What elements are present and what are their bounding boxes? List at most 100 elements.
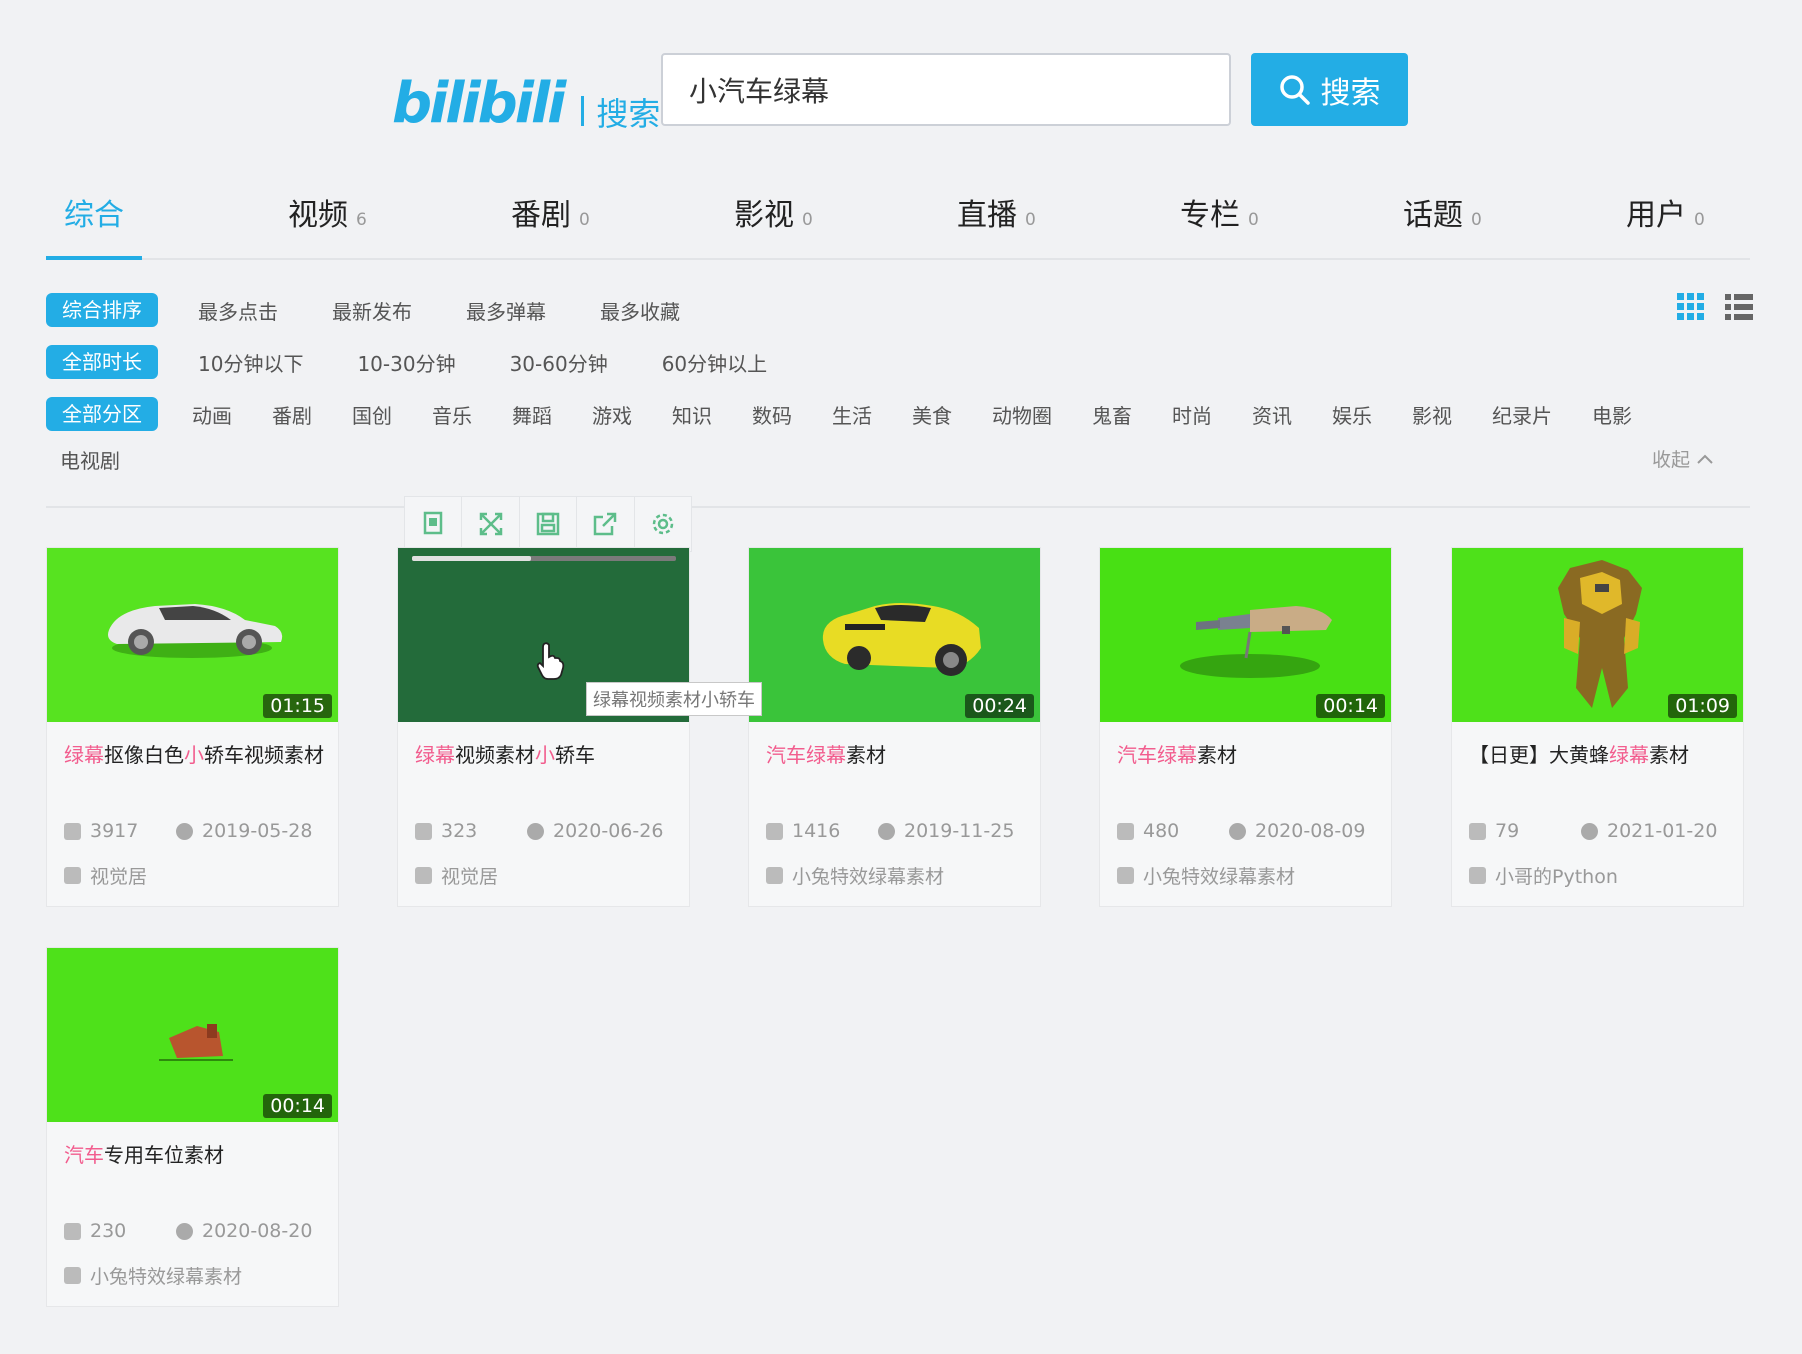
play-count: 3917 — [90, 820, 139, 842]
duration-option[interactable]: 10-30分钟 — [357, 348, 455, 377]
duration-option[interactable]: 30-60分钟 — [510, 348, 608, 377]
video-card[interactable]: 01:15 绿幕抠像白色小轿车视频素材 3917 2019-05-28 视觉居 — [46, 547, 339, 907]
video-duration: 00:14 — [1316, 694, 1385, 718]
uploader-icon — [1117, 867, 1134, 884]
zone-option[interactable]: 时尚 — [1172, 400, 1212, 429]
zone-option[interactable]: 动物圈 — [992, 400, 1052, 429]
sort-option[interactable]: 最多收藏 — [600, 296, 680, 325]
duration-option[interactable]: 60分钟以上 — [662, 348, 767, 377]
filter-divider — [46, 506, 1750, 508]
grid-view-icon[interactable] — [1676, 292, 1706, 322]
tab-count: 6 — [356, 210, 367, 230]
duration-filter-active[interactable]: 全部时长 — [46, 345, 158, 379]
result-tabs: 综合 视频 6 番剧 0 影视 0 直播 0 专栏 0 话题 0 用户 0 — [46, 180, 1750, 260]
tab-live[interactable]: 直播 0 — [957, 190, 1036, 234]
zone-option[interactable]: 游戏 — [592, 400, 632, 429]
video-card[interactable]: 00:14 汽车绿幕素材 480 2020-08-09 小兔特效绿幕素材 — [1099, 547, 1392, 907]
uploader[interactable]: 小兔特效绿幕素材 — [64, 1262, 242, 1289]
zone-option[interactable]: 生活 — [832, 400, 872, 429]
video-duration: 00:24 — [965, 694, 1034, 718]
tab-count: 0 — [1471, 210, 1482, 230]
zone-option[interactable]: 电视剧 — [60, 445, 120, 474]
video-title[interactable]: 绿幕抠像白色小轿车视频素材 — [64, 738, 326, 773]
uploader-name: 小兔特效绿幕素材 — [792, 866, 945, 888]
title-keyword: 小 — [184, 743, 204, 767]
video-title[interactable]: 【日更】大黄蜂绿幕素材 — [1469, 738, 1731, 773]
uploader[interactable]: 小兔特效绿幕素材 — [1117, 862, 1295, 889]
zone-option[interactable]: 舞蹈 — [512, 400, 552, 429]
video-card[interactable]: 01:09 【日更】大黄蜂绿幕素材 79 2021-01-20 小哥的Pytho… — [1451, 547, 1744, 907]
preview-progress-bar[interactable] — [412, 556, 676, 561]
bookmark-button[interactable] — [405, 497, 463, 551]
upload-date: 2020-08-20 — [202, 1220, 313, 1242]
video-card[interactable]: 绿幕视频素材小轿车 323 2020-06-26 视觉居 — [397, 547, 690, 907]
search-button[interactable]: 搜索 — [1251, 53, 1408, 126]
tab-bangumi[interactable]: 番剧 0 — [511, 190, 590, 234]
video-thumbnail[interactable]: 00:14 — [1100, 548, 1391, 722]
zone-option[interactable]: 娱乐 — [1332, 400, 1372, 429]
bilibili-logo[interactable]: bilibili 搜索 — [392, 62, 660, 132]
clock-icon — [176, 822, 193, 840]
zone-option[interactable]: 纪录片 — [1492, 400, 1552, 429]
zone-option[interactable]: 鬼畜 — [1092, 400, 1132, 429]
zone-option[interactable]: 资讯 — [1252, 400, 1292, 429]
zone-option[interactable]: 国创 — [352, 400, 392, 429]
video-meta: 323 2020-06-26 — [415, 820, 677, 842]
uploader[interactable]: 小哥的Python — [1469, 862, 1618, 889]
upload-date: 2020-08-09 — [1255, 820, 1366, 842]
tab-user[interactable]: 用户 0 — [1626, 190, 1705, 234]
tab-video[interactable]: 视频 6 — [288, 190, 367, 234]
search-input[interactable]: 小汽车绿幕 — [661, 53, 1231, 126]
play-count: 480 — [1143, 820, 1180, 842]
tab-article[interactable]: 专栏 0 — [1180, 190, 1259, 234]
uploader-name: 小兔特效绿幕素材 — [1143, 866, 1296, 888]
video-thumbnail[interactable]: 01:15 — [47, 548, 338, 722]
zone-option[interactable]: 番剧 — [272, 400, 312, 429]
zone-filter-active[interactable]: 全部分区 — [46, 397, 158, 431]
zone-option[interactable]: 美食 — [912, 400, 952, 429]
video-title[interactable]: 汽车绿幕素材 — [766, 738, 1028, 773]
zone-option[interactable]: 数码 — [752, 400, 792, 429]
tab-topic[interactable]: 话题 0 — [1403, 190, 1482, 234]
settings-button[interactable] — [635, 497, 691, 551]
fullscreen-button[interactable] — [462, 497, 520, 551]
video-thumbnail[interactable]: 00:24 — [749, 548, 1040, 722]
list-view-icon[interactable] — [1724, 292, 1754, 322]
uploader-name: 视觉居 — [441, 866, 499, 888]
fullscreen-icon — [479, 512, 502, 536]
title-keyword: 小 — [535, 743, 555, 767]
video-card[interactable]: 00:24 汽车绿幕素材 1416 2019-11-25 小兔特效绿幕素材 — [748, 547, 1041, 907]
save-button[interactable] — [520, 497, 578, 551]
play-count: 230 — [90, 1220, 127, 1242]
zone-option[interactable]: 音乐 — [432, 400, 472, 429]
video-card[interactable]: 00:14 汽车专用车位素材 230 2020-08-20 小兔特效绿幕素材 — [46, 947, 339, 1307]
video-title[interactable]: 汽车绿幕素材 — [1117, 738, 1379, 773]
collapse-filters-button[interactable]: 收起 — [1652, 445, 1714, 472]
uploader[interactable]: 视觉居 — [415, 862, 498, 889]
tab-movie[interactable]: 影视 0 — [734, 190, 813, 234]
title-text: 【日更】大黄蜂 — [1469, 743, 1609, 767]
uploader[interactable]: 小兔特效绿幕素材 — [766, 862, 944, 889]
title-keyword: 汽车 — [64, 1143, 104, 1167]
sort-option[interactable]: 最多弹幕 — [466, 296, 546, 325]
video-title[interactable]: 绿幕视频素材小轿车 — [415, 738, 677, 773]
sort-option[interactable]: 最新发布 — [332, 296, 412, 325]
video-thumbnail[interactable]: 01:09 — [1452, 548, 1743, 722]
video-title[interactable]: 汽车专用车位素材 — [64, 1138, 326, 1173]
logo-wordmark: bilibili — [392, 71, 566, 136]
title-text: 轿车视频素材 — [204, 743, 324, 767]
zone-option[interactable]: 影视 — [1412, 400, 1452, 429]
duration-option[interactable]: 10分钟以下 — [198, 348, 303, 377]
upload-date: 2020-06-26 — [553, 820, 664, 842]
video-thumbnail[interactable]: 00:14 — [47, 948, 338, 1122]
sort-filter-active[interactable]: 综合排序 — [46, 293, 158, 327]
share-button[interactable] — [577, 497, 635, 551]
sort-option[interactable]: 最多点击 — [198, 296, 278, 325]
uploader[interactable]: 视觉居 — [64, 862, 147, 889]
zone-option[interactable]: 知识 — [672, 400, 712, 429]
play-count: 79 — [1495, 820, 1520, 842]
zone-option[interactable]: 动画 — [192, 400, 232, 429]
zone-option[interactable]: 电影 — [1592, 400, 1632, 429]
tab-all[interactable]: 综合 — [64, 190, 124, 234]
video-meta: 480 2020-08-09 — [1117, 820, 1379, 842]
